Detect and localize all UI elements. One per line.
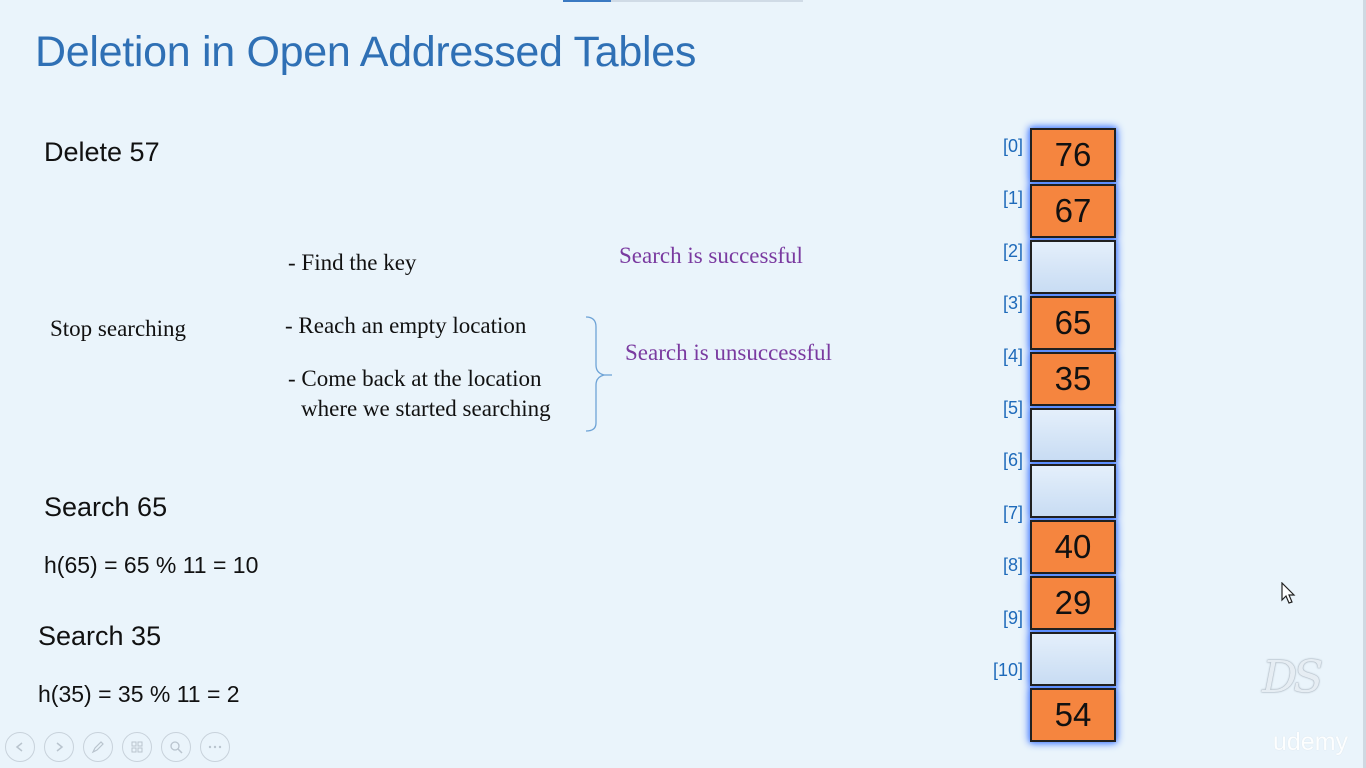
- slot-index-label: [10]: [992, 660, 1023, 680]
- table-slot-10: 54: [1030, 688, 1116, 742]
- slide-title: Deletion in Open Addressed Tables: [35, 28, 697, 76]
- slot-index-label: [0]: [1002, 136, 1023, 156]
- udemy-watermark: udemy: [1273, 728, 1349, 756]
- pen-icon[interactable]: [83, 732, 113, 762]
- slot-index-label: [2]: [1002, 240, 1023, 261]
- slides-icon[interactable]: [122, 732, 152, 762]
- slot-index-label: [8]: [1002, 555, 1023, 576]
- slot-index-label: [5]: [1002, 398, 1023, 418]
- table-slot-7: 40: [1030, 520, 1116, 574]
- progress-track: [611, 0, 803, 2]
- next-icon[interactable]: [44, 732, 74, 762]
- table-slot-8: 29: [1030, 576, 1116, 630]
- search-35-formula: h(35) = 35 % 11 = 2: [38, 681, 240, 707]
- result-successful: Search is successful: [619, 243, 803, 268]
- slot-index-label: [6]: [1002, 450, 1023, 471]
- condition-empty-location: - Reach an empty location: [285, 313, 527, 338]
- slideshow-controls: [5, 732, 230, 762]
- table-slot-2: [1030, 240, 1116, 294]
- ds-logo: DS: [1262, 652, 1323, 703]
- search-65-formula: h(65) = 65 % 11 = 10: [44, 552, 259, 578]
- progress-indicator: [563, 0, 611, 2]
- search-65-heading: Search 65: [44, 492, 168, 522]
- table-slot-5: [1030, 408, 1116, 462]
- zoom-icon[interactable]: [161, 732, 191, 762]
- slot-index-label: [9]: [1002, 607, 1023, 628]
- table-slot-9: [1030, 632, 1116, 686]
- table-slot-0: 76: [1030, 128, 1116, 182]
- slot-index-label: [7]: [1002, 502, 1023, 523]
- curly-brace-icon: [585, 316, 612, 432]
- stop-searching-label: Stop searching: [50, 316, 187, 341]
- slot-index-label: [1]: [1002, 188, 1023, 209]
- previous-icon[interactable]: [5, 732, 35, 762]
- result-unsuccessful: Search is unsuccessful: [625, 340, 832, 365]
- table-slot-4: 35: [1030, 352, 1116, 406]
- table-slot-6: [1030, 464, 1116, 518]
- condition-come-back-line2: where we started searching: [301, 396, 551, 421]
- table-slot-3: 65: [1030, 296, 1116, 350]
- search-35-heading: Search 35: [38, 621, 162, 651]
- mouse-cursor-icon: [1281, 582, 1296, 604]
- condition-come-back-line1: - Come back at the location: [288, 366, 542, 391]
- slot-index-label: [3]: [1002, 293, 1023, 314]
- delete-heading: Delete 57: [44, 137, 160, 167]
- hash-table: 76 67 65 35 40 29 54: [1030, 128, 1118, 744]
- condition-find-key: - Find the key: [288, 250, 417, 275]
- table-slot-1: 67: [1030, 184, 1116, 238]
- slot-index-label: [4]: [1002, 345, 1023, 366]
- more-icon[interactable]: [200, 732, 230, 762]
